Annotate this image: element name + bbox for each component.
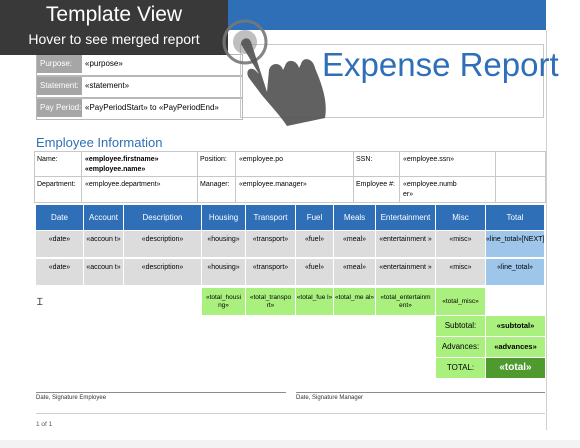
table-cell[interactable]: «date» bbox=[36, 259, 84, 286]
statement-value[interactable]: «statement» bbox=[85, 77, 129, 95]
employee-number-value[interactable]: «employee.numb bbox=[403, 180, 457, 190]
divider bbox=[399, 152, 400, 202]
table-cell[interactable]: «meal» bbox=[334, 259, 376, 286]
table-cell[interactable]: «transport» bbox=[246, 231, 296, 258]
table-cell[interactable]: «misc» bbox=[436, 231, 486, 258]
pay-period-value[interactable]: «PayPeriodStart» to «PayPeriodEnd» bbox=[85, 99, 219, 117]
hand-pointer-icon[interactable] bbox=[215, 6, 355, 130]
divider bbox=[81, 152, 82, 202]
divider bbox=[495, 152, 496, 202]
ssn-value[interactable]: «employee.ssn» bbox=[403, 155, 454, 165]
bottom-bar bbox=[0, 440, 580, 448]
banner-subtitle: Hover to see merged report bbox=[28, 31, 200, 47]
divider bbox=[35, 176, 545, 177]
manager-label: Manager: bbox=[200, 181, 230, 188]
report-header-fields: Purpose: «purpose» Statement: «statement… bbox=[36, 54, 243, 120]
grand-total-value[interactable]: «total» bbox=[486, 358, 545, 378]
statement-label: Statement: bbox=[37, 77, 82, 95]
total-cell[interactable]: «total_fue l» bbox=[296, 288, 334, 315]
subtotal-label: Subtotal: bbox=[436, 316, 485, 336]
column-header-date[interactable]: Date bbox=[36, 205, 84, 230]
table-cell[interactable]: «description» bbox=[124, 231, 202, 258]
column-header-transport[interactable]: Transport bbox=[246, 205, 296, 230]
table-cell[interactable]: «fuel» bbox=[296, 259, 334, 286]
table-cell[interactable]: «accoun t» bbox=[84, 259, 124, 286]
total-cell[interactable]: «total_housi ng» bbox=[202, 288, 246, 315]
department-label: Department: bbox=[37, 181, 76, 188]
manager-value[interactable]: «employee.manager» bbox=[239, 180, 307, 190]
purpose-value[interactable]: «purpose» bbox=[85, 55, 123, 73]
total-label: TOTAL: bbox=[436, 358, 485, 378]
table-cell[interactable]: «fuel» bbox=[296, 231, 334, 258]
column-header-description[interactable]: Description bbox=[124, 205, 202, 230]
column-header-meals[interactable]: Meals bbox=[334, 205, 376, 230]
purpose-row: Purpose: «purpose» bbox=[36, 54, 243, 76]
purpose-label: Purpose: bbox=[37, 55, 82, 73]
column-header-total[interactable]: Total bbox=[486, 205, 545, 230]
divider bbox=[353, 152, 354, 202]
total-cell[interactable]: «total_me al» bbox=[334, 288, 376, 315]
total-cell[interactable]: «total_misc» bbox=[436, 288, 486, 315]
table-cell[interactable]: «misc» bbox=[436, 259, 486, 286]
signature-label-manager: Date, Signature Manager bbox=[296, 395, 364, 401]
column-header-misc[interactable]: Misc bbox=[436, 205, 486, 230]
total-cell[interactable]: «total_entertainm ent» bbox=[376, 288, 436, 315]
pay-period-row: Pay Period: «PayPeriodStart» to «PayPeri… bbox=[36, 98, 243, 120]
position-label: Position: bbox=[200, 156, 227, 163]
report-title: Expense Report bbox=[322, 46, 559, 83]
name-value[interactable]: «employee.name» bbox=[85, 165, 145, 175]
ssn-label: SSN: bbox=[356, 156, 373, 163]
column-header-account[interactable]: Account bbox=[84, 205, 124, 230]
table-cell[interactable]: «transport» bbox=[246, 259, 296, 286]
divider bbox=[197, 152, 198, 202]
signature-line-employee bbox=[36, 392, 286, 393]
table-cell[interactable]: «entertainment » bbox=[376, 259, 436, 286]
statement-row: Statement: «statement» bbox=[36, 76, 243, 98]
table-cell[interactable]: «entertainment » bbox=[376, 231, 436, 258]
employee-number-value[interactable]: er» bbox=[403, 190, 413, 200]
column-header-entertainment[interactable]: Entertainment bbox=[376, 205, 436, 230]
subtotal-value[interactable]: «subtotal» bbox=[486, 316, 545, 336]
column-header-housing[interactable]: Housing bbox=[202, 205, 246, 230]
employee-info-table: Name: «employee.firstname» «employee.nam… bbox=[34, 151, 546, 203]
table-cell[interactable]: «housing» bbox=[202, 259, 246, 286]
employee-number-label: Employee #: bbox=[356, 181, 395, 188]
pay-period-label: Pay Period: bbox=[37, 99, 82, 117]
banner-title: Template View bbox=[45, 3, 183, 26]
position-value[interactable]: «employee.po bbox=[239, 155, 283, 165]
signature-label-employee: Date, Signature Employee bbox=[36, 395, 107, 401]
table-cell-total[interactable]: «line_total»[NEXT] bbox=[486, 231, 545, 258]
page-edge bbox=[546, 30, 547, 430]
total-cell[interactable]: «total_transpo rt» bbox=[246, 288, 296, 315]
table-cell[interactable]: «housing» bbox=[202, 231, 246, 258]
divider bbox=[235, 152, 236, 202]
table-cell[interactable]: «description» bbox=[124, 259, 202, 286]
table-cell-total[interactable]: «line_total» bbox=[486, 259, 545, 286]
page-number: 1 of 1 bbox=[36, 421, 53, 428]
template-view-banner[interactable]: Template View Hover to see merged report bbox=[0, 0, 228, 55]
text-cursor-icon: Ɪ bbox=[37, 297, 43, 308]
table-cell[interactable]: «meal» bbox=[334, 231, 376, 258]
department-value[interactable]: «employee.department» bbox=[85, 180, 161, 190]
table-cell[interactable]: «accoun t» bbox=[84, 231, 124, 258]
name-label: Name: bbox=[37, 156, 58, 163]
table-cell[interactable]: «date» bbox=[36, 231, 84, 258]
advances-value[interactable]: «advances» bbox=[486, 337, 545, 357]
name-value[interactable]: «employee.firstname» bbox=[85, 155, 159, 165]
advances-label: Advances: bbox=[436, 337, 485, 357]
column-header-fuel[interactable]: Fuel bbox=[296, 205, 334, 230]
section-title: Employee Information bbox=[36, 135, 163, 150]
footer-divider bbox=[36, 413, 545, 414]
signature-line-manager bbox=[296, 392, 545, 393]
